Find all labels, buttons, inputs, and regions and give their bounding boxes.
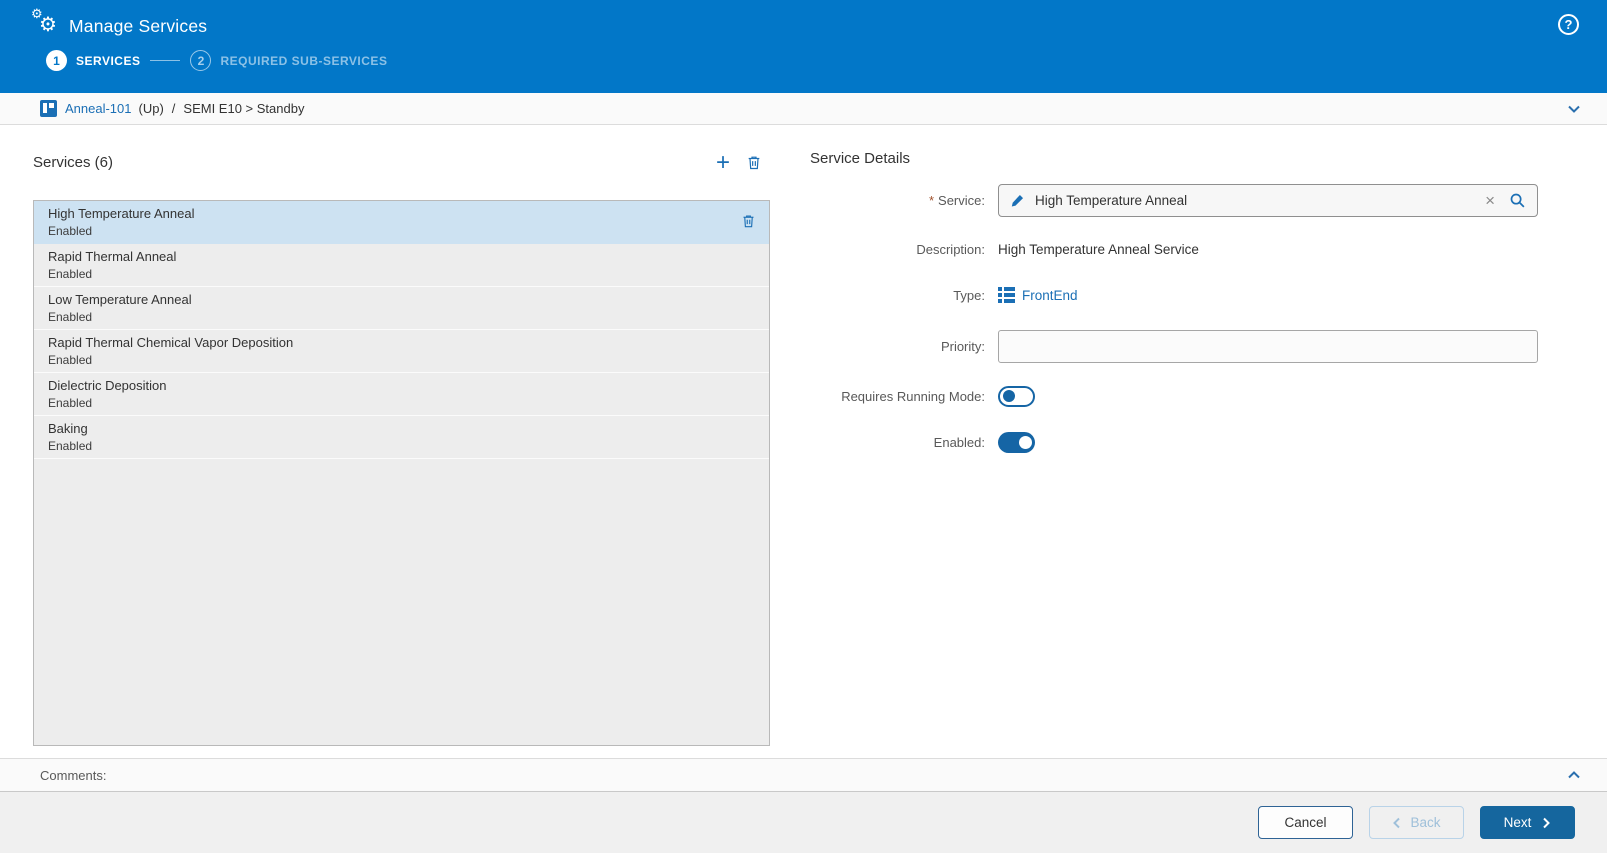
requires-running-mode-toggle[interactable] (998, 386, 1035, 407)
help-icon[interactable]: ? (1558, 14, 1579, 35)
service-status: Enabled (48, 353, 757, 367)
service-name: Baking (48, 421, 757, 436)
service-list-item[interactable]: Rapid Thermal Chemical Vapor Deposition … (34, 330, 769, 373)
cancel-label: Cancel (1284, 815, 1326, 830)
chevron-down-icon[interactable] (1565, 100, 1583, 118)
cancel-button[interactable]: Cancel (1258, 806, 1353, 839)
service-name: Rapid Thermal Anneal (48, 249, 757, 264)
services-list: High Temperature Anneal Enabled Rapid Th… (33, 200, 770, 746)
breadcrumb-state: SEMI E10 > Standby (183, 101, 304, 116)
footer: Cancel Back Next (0, 792, 1607, 853)
service-name: Low Temperature Anneal (48, 292, 757, 307)
help-glyph: ? (1565, 17, 1573, 32)
description-label: Description: (810, 242, 985, 257)
chevron-up-icon[interactable] (1565, 766, 1583, 784)
delete-services-button[interactable] (746, 154, 762, 171)
breadcrumb-direction: (Up) (139, 101, 164, 116)
priority-input[interactable] (998, 330, 1538, 363)
service-list-item[interactable]: Low Temperature Anneal Enabled (34, 287, 769, 330)
breadcrumb: Anneal-101 (Up) / SEMI E10 > Standby (0, 93, 1607, 125)
type-value-link[interactable]: FrontEnd (1022, 288, 1078, 303)
header: ⚙ ⚙ Manage Services ? 1 SERVICES 2 REQUI… (0, 0, 1607, 93)
next-button[interactable]: Next (1480, 806, 1575, 839)
edit-pencil-icon (1010, 193, 1025, 208)
search-icon[interactable] (1509, 192, 1526, 209)
step-1-label: SERVICES (76, 54, 140, 68)
step-1-circle: 1 (46, 50, 67, 71)
service-status: Enabled (48, 224, 757, 238)
entity-type-icon (998, 287, 1015, 303)
type-label: Type: (810, 288, 985, 303)
comments-label: Comments: (40, 768, 106, 783)
service-input-value: High Temperature Anneal (1035, 193, 1187, 208)
service-details-panel: Service Details * Service: High Temperatu… (770, 150, 1574, 758)
step-services[interactable]: 1 SERVICES (46, 50, 140, 71)
wizard-steps: 1 SERVICES 2 REQUIRED SUB-SERVICES (0, 50, 1607, 71)
service-lookup-input[interactable]: High Temperature Anneal × (998, 184, 1538, 217)
service-list-item[interactable]: High Temperature Anneal Enabled (34, 201, 769, 244)
service-label-text: Service: (938, 193, 985, 208)
page-title: Manage Services (69, 16, 207, 37)
services-list-title: Services (6) (33, 154, 113, 171)
equipment-icon (40, 100, 57, 117)
service-status: Enabled (48, 310, 757, 324)
small-gear-icon: ⚙ (31, 7, 43, 21)
service-status: Enabled (48, 267, 757, 281)
comments-bar: Comments: (0, 758, 1607, 792)
next-label: Next (1504, 815, 1532, 830)
services-panel: Services (6) + High Temperature Anneal E… (33, 150, 770, 758)
manage-services-icon: ⚙ ⚙ (33, 13, 61, 39)
step-connector (150, 60, 180, 61)
clear-icon[interactable]: × (1485, 192, 1495, 209)
add-service-button[interactable]: + (716, 154, 730, 172)
back-label: Back (1410, 815, 1440, 830)
chevron-right-icon (1542, 817, 1551, 829)
priority-label: Priority: (810, 339, 985, 354)
enabled-toggle[interactable] (998, 432, 1035, 453)
service-details-title: Service Details (810, 150, 1574, 170)
service-name: Dielectric Deposition (48, 378, 757, 393)
step-2-circle: 2 (190, 50, 211, 71)
chevron-left-icon (1392, 817, 1401, 829)
description-value: High Temperature Anneal Service (998, 242, 1199, 257)
manage-services-wizard: ⚙ ⚙ Manage Services ? 1 SERVICES 2 REQUI… (0, 0, 1607, 853)
enabled-label: Enabled: (810, 435, 985, 450)
service-list-item[interactable]: Rapid Thermal Anneal Enabled (34, 244, 769, 287)
step-required-sub-services[interactable]: 2 REQUIRED SUB-SERVICES (190, 50, 387, 71)
service-field-label: * Service: (810, 193, 985, 208)
service-list-item[interactable]: Dielectric Deposition Enabled (34, 373, 769, 416)
requires-running-mode-label: Requires Running Mode: (810, 389, 985, 404)
service-status: Enabled (48, 439, 757, 453)
required-marker: * (929, 193, 934, 208)
service-name: Rapid Thermal Chemical Vapor Deposition (48, 335, 757, 350)
main-content: Services (6) + High Temperature Anneal E… (0, 125, 1607, 758)
step-2-label: REQUIRED SUB-SERVICES (220, 54, 387, 68)
delete-row-icon[interactable] (741, 213, 756, 234)
breadcrumb-separator: / (172, 101, 176, 116)
back-button[interactable]: Back (1369, 806, 1464, 839)
service-name: High Temperature Anneal (48, 206, 757, 221)
service-list-item[interactable]: Baking Enabled (34, 416, 769, 459)
service-status: Enabled (48, 396, 757, 410)
breadcrumb-entity-link[interactable]: Anneal-101 (65, 101, 132, 116)
